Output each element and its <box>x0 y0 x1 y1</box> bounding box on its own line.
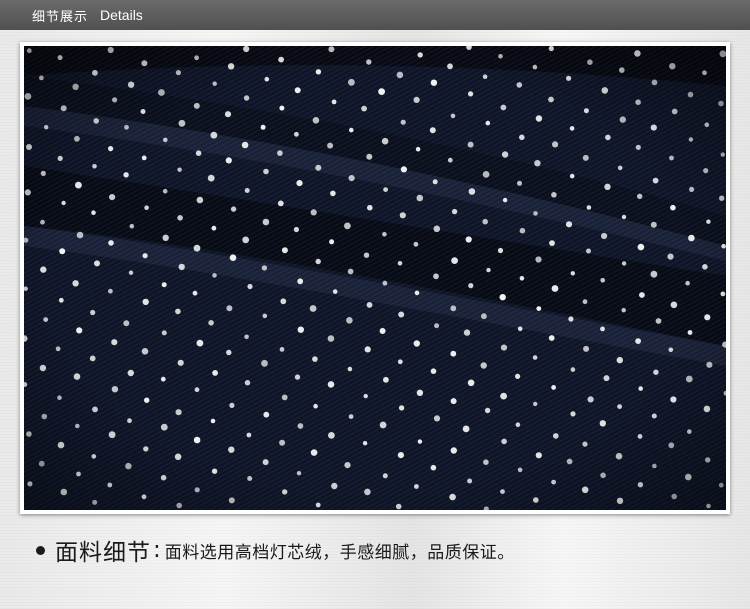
section-title-zh: 细节展示 <box>32 9 89 25</box>
fabric-closeup-image <box>24 46 726 510</box>
caption-text: 面料选用高档灯芯绒，手感细腻，品质保证。 <box>164 542 515 563</box>
section-header: 细节展示 Details <box>0 0 750 30</box>
caption-title: 面料细节 <box>55 540 151 566</box>
caption: 面料细节 : 面料选用高档灯芯绒，手感细腻，品质保证。 <box>36 530 515 570</box>
bullet-icon <box>36 545 45 555</box>
caption-separator: : <box>153 537 161 563</box>
section-title-en: Details <box>100 7 143 23</box>
photo-frame <box>20 42 730 514</box>
